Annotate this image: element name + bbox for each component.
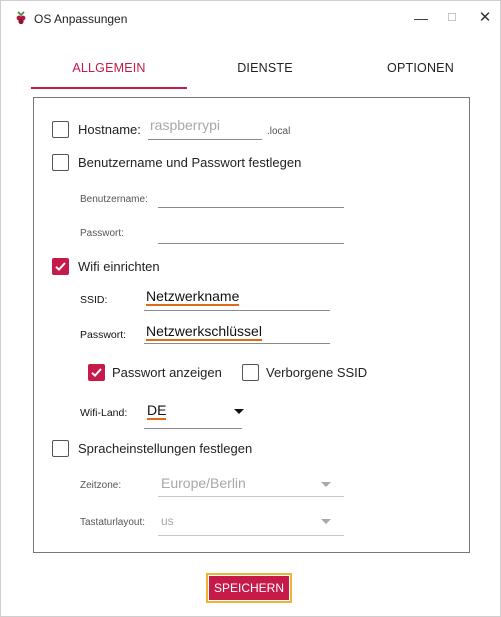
hostname-checkbox[interactable] [52,121,69,138]
hostname-input-underline [148,139,262,140]
locale-label: Spracheinstellungen festlegen [78,441,253,456]
minimize-button[interactable]: — [406,7,436,29]
tab-bar: ALLGEMEIN DIENSTE OPTIONEN [1,45,500,89]
title-bar: OS Anpassungen — ☐ ✕ [1,1,500,37]
ssid-input[interactable]: Netzwerkname [146,288,240,306]
timezone-select[interactable]: Europe/Berlin [161,475,246,491]
wifi-country-select[interactable]: DE [147,402,167,420]
user-password-label: Benutzername und Passwort festlegen [78,155,302,170]
show-password-label: Passwort anzeigen [112,365,222,380]
save-button[interactable]: SPEICHERN [209,576,289,600]
wifi-password-label: Passwort: [80,329,127,341]
hidden-ssid-label: Verborgene SSID [266,365,368,380]
user-password-checkbox[interactable] [52,154,69,171]
wifi-label: Wifi einrichten [78,259,160,274]
maximize-button[interactable]: ☐ [437,7,467,29]
check-icon [91,368,102,378]
keyboard-underline [158,535,344,536]
timezone-underline [158,496,344,497]
dialog-window: OS Anpassungen — ☐ ✕ ALLGEMEIN DIENSTE O… [0,0,501,617]
hidden-ssid-checkbox[interactable] [242,364,259,381]
locale-checkbox[interactable] [52,440,69,457]
wifi-country-dropdown-icon[interactable] [234,409,244,414]
tab-optionen[interactable]: OPTIONEN [343,61,498,75]
wifi-country-label: Wifi-Land: [80,407,128,419]
check-icon [55,262,66,272]
wifi-password-input[interactable]: Netzwerkschlüssel [146,323,262,341]
tab-dienste[interactable]: DIENSTE [187,61,343,75]
window-title: OS Anpassungen [34,12,128,26]
timezone-label: Zeitzone: [80,480,122,491]
wifi-checkbox[interactable] [52,258,69,275]
username-label: Benutzername: [80,194,148,205]
username-input[interactable] [158,207,344,208]
ssid-input-underline [144,310,330,311]
wifi-country-underline [144,428,242,429]
keyboard-label: Tastaturlayout: [80,517,146,528]
keyboard-dropdown-icon[interactable] [321,519,331,524]
timezone-dropdown-icon[interactable] [321,482,331,487]
save-button-highlight: SPEICHERN [206,573,292,603]
show-password-checkbox[interactable] [88,364,105,381]
raspberry-app-icon [16,11,26,25]
hostname-suffix: .local [267,126,291,137]
keyboard-select[interactable]: us [161,514,174,528]
tab-allgemein[interactable]: ALLGEMEIN [31,61,187,75]
wifi-password-input-underline [144,343,330,344]
user-password-field-label: Passwort: [80,228,124,239]
close-button[interactable]: ✕ [470,7,500,29]
user-password-input[interactable] [158,243,344,244]
active-tab-indicator [31,87,187,89]
ssid-label: SSID: [80,294,108,306]
hostname-input[interactable]: raspberrypi [150,117,220,133]
settings-panel: Hostname: raspberrypi .local Benutzernam… [33,97,470,553]
hostname-label: Hostname: [78,122,141,137]
